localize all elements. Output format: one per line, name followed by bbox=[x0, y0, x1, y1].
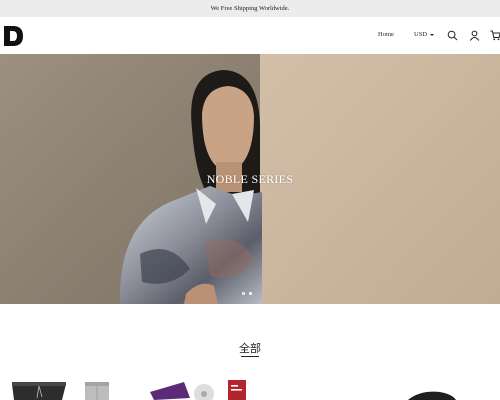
store-logo[interactable] bbox=[4, 26, 23, 46]
section-title: 全部 bbox=[239, 342, 261, 355]
announcement-bar: We Free Shipping Worldwide. bbox=[0, 0, 500, 17]
hero-banner[interactable]: NOBLE SERIES bbox=[0, 54, 500, 304]
chevron-down-icon bbox=[430, 33, 435, 36]
slider-dots bbox=[242, 292, 252, 295]
search-icon[interactable] bbox=[447, 30, 458, 41]
site-header: Home USD bbox=[0, 17, 500, 54]
currency-label: USD bbox=[414, 31, 428, 38]
slider-dot-2[interactable] bbox=[249, 292, 252, 295]
product-grid bbox=[0, 378, 500, 400]
currency-selector[interactable]: USD bbox=[414, 31, 435, 38]
product-card-5-image[interactable] bbox=[408, 391, 456, 400]
account-icon[interactable] bbox=[469, 30, 480, 41]
cart-icon[interactable] bbox=[490, 30, 500, 41]
product-card-2-image[interactable] bbox=[85, 382, 109, 400]
hero-title: NOBLE SERIES bbox=[206, 172, 294, 186]
product-card-1-image[interactable] bbox=[12, 382, 66, 400]
announcement-text: We Free Shipping Worldwide. bbox=[210, 5, 290, 12]
product-card-3-image[interactable] bbox=[150, 382, 214, 400]
sale-badge bbox=[228, 380, 246, 400]
slider-dot-1[interactable] bbox=[242, 292, 245, 295]
section-title-underline bbox=[241, 356, 259, 357]
nav-home-link[interactable]: Home bbox=[378, 31, 394, 38]
